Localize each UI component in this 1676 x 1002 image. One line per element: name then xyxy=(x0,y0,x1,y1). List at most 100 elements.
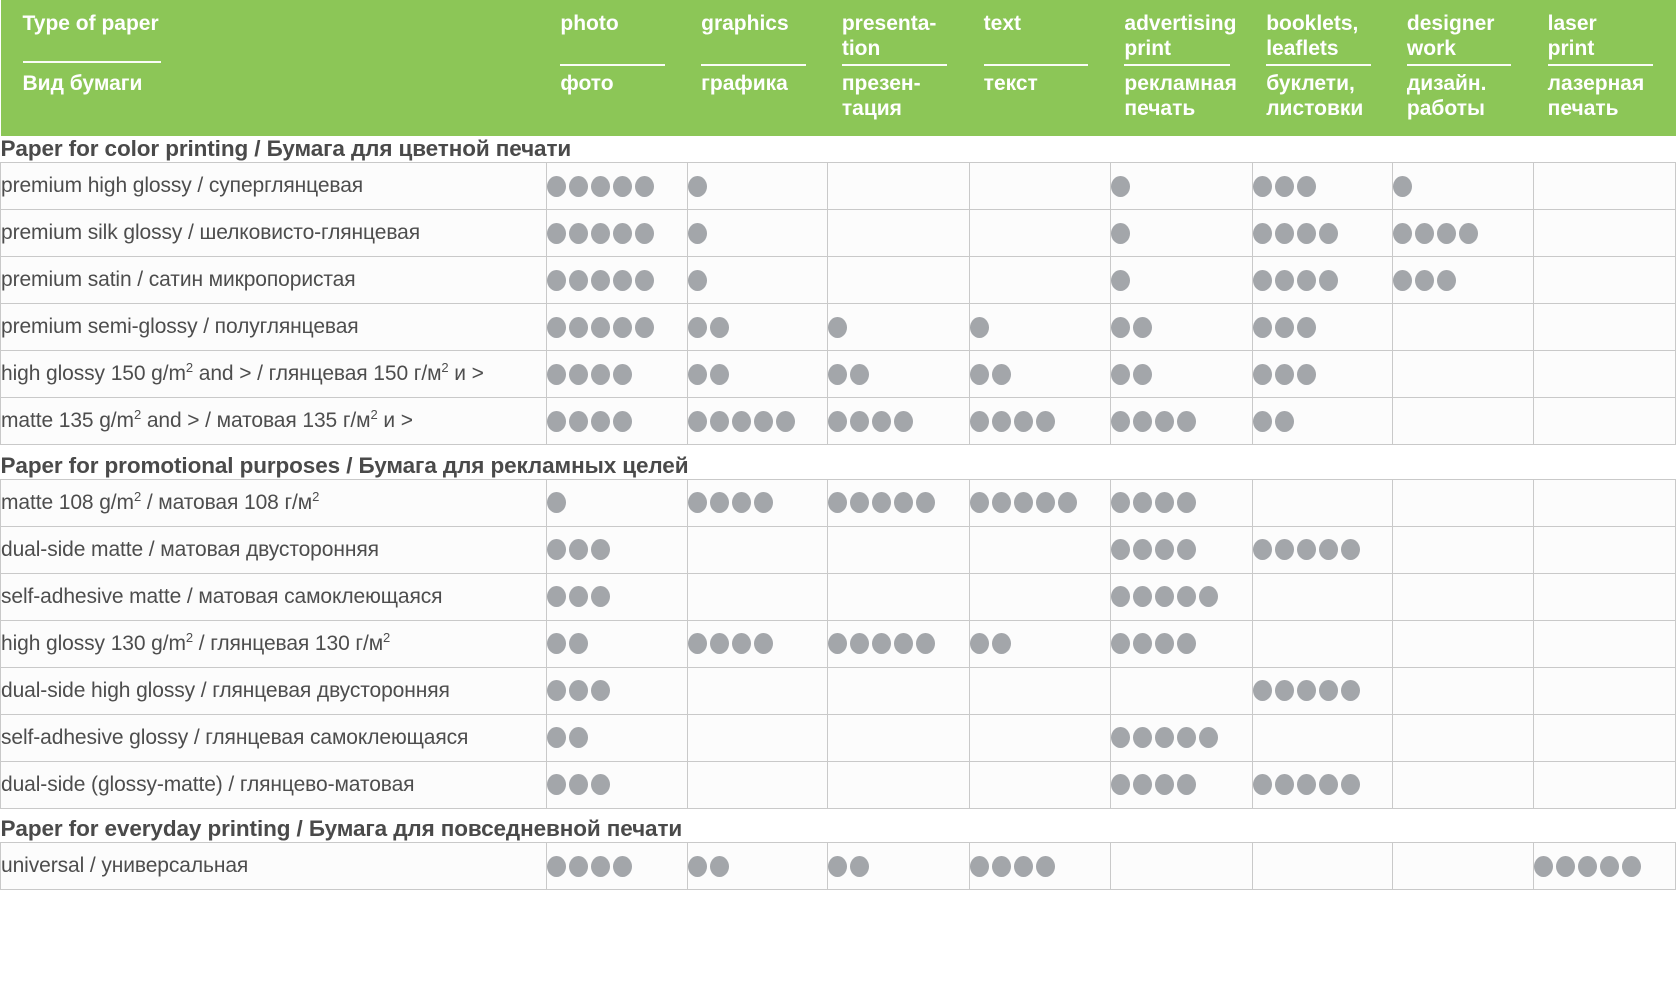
rating-cell xyxy=(827,666,971,715)
rating-cell xyxy=(827,256,971,304)
header-label-ru: текст xyxy=(983,72,1038,95)
rating-dot xyxy=(1274,316,1294,338)
rating-dot xyxy=(1110,633,1130,654)
rating-dots xyxy=(687,844,828,889)
rating-dot xyxy=(590,175,610,197)
rating-dot xyxy=(709,492,729,513)
section-title: Paper for everyday printing / Бумага для… xyxy=(0,816,1676,843)
rating-dot xyxy=(1132,410,1152,432)
rating-dots xyxy=(1252,352,1393,397)
rating-dot xyxy=(894,492,914,513)
section-header-row: Paper for everyday printing / Бумага для… xyxy=(0,816,1676,843)
table-header: Type of paper Вид бумаги photo фото graphics… xyxy=(0,0,1676,136)
rating-dots xyxy=(1252,211,1393,256)
rating-cell xyxy=(686,842,829,890)
rating-dot xyxy=(1340,539,1360,560)
rating-dot xyxy=(850,363,870,385)
rating-dots xyxy=(546,480,687,525)
rating-cell xyxy=(1251,760,1394,809)
rating-cell xyxy=(686,572,829,621)
paper-type-label: dual-side (glossy-matte) / глянцево-мато… xyxy=(0,760,547,809)
rating-cell xyxy=(686,209,829,257)
header-divider-rule xyxy=(1406,64,1512,66)
rating-dots xyxy=(828,211,969,256)
rating-dot xyxy=(568,316,588,338)
rating-dot xyxy=(1340,774,1360,795)
rating-dot xyxy=(1296,774,1316,795)
header-label-ru: презен-тация xyxy=(841,72,921,120)
rating-dots xyxy=(1253,574,1393,619)
rating-cell xyxy=(827,478,971,527)
rating-dots xyxy=(1534,574,1675,619)
rating-cell xyxy=(1533,842,1676,890)
rating-dots xyxy=(687,164,828,209)
rating-dots xyxy=(828,258,969,303)
rating-dot xyxy=(687,316,707,338)
rating-dots xyxy=(687,621,828,666)
rating-dot xyxy=(1110,410,1130,432)
rating-dot xyxy=(1296,680,1316,701)
rating-dot xyxy=(850,492,870,513)
rating-dot xyxy=(568,774,588,795)
rating-dot xyxy=(590,680,610,701)
rating-cell xyxy=(969,572,1111,621)
rating-dot xyxy=(590,410,610,432)
rating-dot xyxy=(1132,539,1152,560)
rating-dot xyxy=(1176,492,1196,513)
rating-dots xyxy=(828,668,969,713)
rating-cell xyxy=(827,842,971,890)
rating-dots xyxy=(1534,762,1675,807)
rating-dot xyxy=(612,316,632,338)
section-header-row: Paper for promotional purposes / Бумага … xyxy=(0,452,1676,479)
rating-dot xyxy=(568,586,588,607)
header-cell-booklets-leaflets: booklets, leaflets буклети, листовки xyxy=(1252,0,1393,136)
rating-cell xyxy=(1392,256,1535,304)
rating-dots xyxy=(1534,527,1675,572)
header-divider-rule xyxy=(560,64,665,66)
rating-dots xyxy=(828,621,969,666)
rating-dot xyxy=(1110,363,1130,385)
table-row: premium silk glossy / шелковисто-глянцев… xyxy=(0,209,1676,257)
rating-dots xyxy=(970,574,1110,619)
rating-cell xyxy=(969,162,1111,210)
rating-dot xyxy=(687,269,707,291)
rating-dot xyxy=(687,410,707,432)
rating-dots xyxy=(1252,164,1393,209)
rating-cell xyxy=(969,256,1111,304)
rating-cell xyxy=(1533,350,1676,398)
rating-cell xyxy=(686,397,829,445)
rating-dot xyxy=(1252,363,1272,385)
rating-cell xyxy=(686,619,829,668)
rating-cell xyxy=(1392,666,1535,715)
rating-cell xyxy=(1251,397,1394,445)
header-cell-text: text текст xyxy=(969,0,1111,136)
rating-dot xyxy=(687,175,707,197)
header-divider-rule xyxy=(1266,64,1371,66)
rating-cell xyxy=(1251,256,1394,304)
table-row: universal / универсальная xyxy=(0,842,1676,890)
rating-dot xyxy=(872,492,892,513)
rating-dots xyxy=(1393,762,1533,807)
rating-dot xyxy=(1252,410,1272,432)
paper-type-label: matte 135 g/m2 and > / матовая 135 г/м2 … xyxy=(0,397,547,445)
rating-cell xyxy=(969,525,1111,574)
rating-cell xyxy=(1392,303,1535,351)
rating-dots xyxy=(1534,715,1675,760)
rating-dots xyxy=(970,527,1110,572)
header-label-en: text xyxy=(983,12,1022,35)
rating-dots xyxy=(546,164,687,209)
rating-dot xyxy=(612,410,632,432)
rating-cell xyxy=(545,525,688,574)
section-spacer xyxy=(0,444,1676,453)
rating-dots xyxy=(1252,305,1393,350)
rating-dot xyxy=(992,855,1012,877)
rating-cell xyxy=(1251,350,1394,398)
rating-dots xyxy=(546,715,687,760)
rating-dots xyxy=(970,762,1110,807)
rating-cell xyxy=(969,478,1111,527)
spacer xyxy=(0,808,1676,816)
header-divider-rule xyxy=(701,64,806,66)
rating-dot xyxy=(1132,633,1152,654)
rating-cell xyxy=(827,162,971,210)
rating-cell xyxy=(969,666,1111,715)
